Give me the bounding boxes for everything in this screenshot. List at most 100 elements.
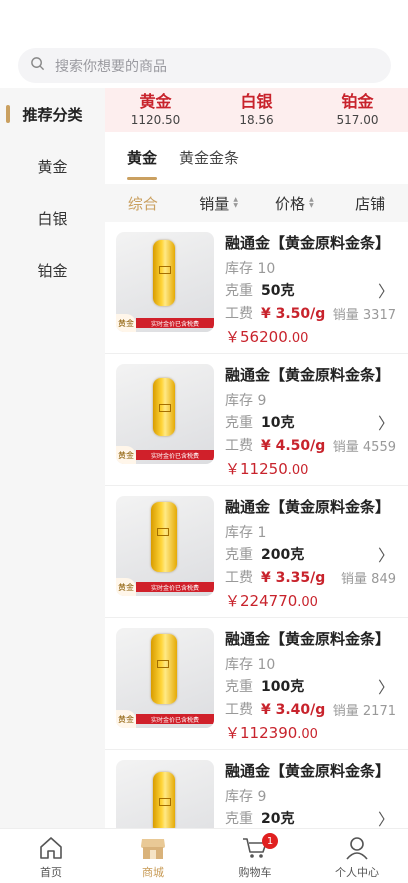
stock-row: 库存 9 — [225, 786, 266, 806]
nav-label: 首页 — [40, 866, 62, 879]
sidebar-item-recommended[interactable]: 推荐分类 — [0, 88, 105, 140]
sidebar-item-silver[interactable]: 白银 — [0, 192, 105, 244]
gold-bar-image — [153, 378, 175, 436]
store-icon — [139, 835, 167, 864]
sales-value: 4559 — [362, 440, 396, 455]
stock-label: 库存 — [225, 789, 253, 805]
stock-label: 库存 — [225, 393, 253, 409]
price-value: 18.56 — [239, 113, 274, 127]
weight-row: 克重 20克 — [225, 808, 294, 828]
product-price: ￥112390.00 — [225, 722, 318, 743]
fee-value: ¥ 3.40/g — [261, 702, 326, 718]
chevron-right-icon[interactable]: 〉 — [378, 278, 394, 302]
gold-bar-image — [153, 240, 175, 306]
tab-gold[interactable]: 黄金 — [127, 140, 158, 182]
stock-value: 9 — [257, 789, 267, 805]
sort-store[interactable]: 店铺 — [332, 193, 408, 214]
sort-price[interactable]: 价格 ▲ ▼ — [257, 193, 333, 214]
stock-label: 库存 — [225, 261, 253, 277]
product-image — [116, 760, 214, 828]
search-input[interactable]: 搜索你想要的商品 — [55, 56, 167, 76]
nav-mall[interactable]: 商城 — [102, 829, 204, 883]
sort-label: 店铺 — [355, 194, 386, 213]
currency-symbol: ￥ — [225, 460, 241, 478]
tab-gold-bars[interactable]: 黄金金条 — [179, 140, 239, 182]
nav-cart[interactable]: 1 购物车 — [204, 829, 306, 883]
price-decimal: .00 — [297, 595, 318, 610]
product-image: 黄金 实时金价已含税费 — [116, 232, 214, 332]
search-bar[interactable]: 搜索你想要的商品 — [18, 48, 391, 83]
weight-row: 克重 200克 — [225, 544, 304, 564]
sort-label: 价格 — [275, 194, 306, 213]
sort-arrows-icon: ▲ ▼ — [309, 196, 314, 209]
price-name: 铂金 — [341, 92, 374, 111]
weight-label: 克重 — [225, 679, 253, 695]
weight-row: 克重 50克 — [225, 280, 294, 300]
product-image: 黄金 实时金价已含税费 — [116, 496, 214, 596]
nav-home[interactable]: 首页 — [0, 829, 102, 883]
bottom-nav: 首页 商城 1 购物车 个人中心 — [0, 828, 408, 883]
currency-symbol: ￥ — [225, 724, 241, 742]
product-card[interactable]: 黄金 实时金价已含税费 融通金【黄金原料金条】 库存 1 克重 200克 〉 工费… — [105, 486, 408, 618]
product-title: 融通金【黄金原料金条】 — [225, 630, 391, 648]
sort-sales[interactable]: 销量 ▲ ▼ — [181, 193, 257, 214]
stock-label: 库存 — [225, 657, 253, 673]
nav-profile[interactable]: 个人中心 — [306, 829, 408, 883]
thumb-tag: 黄金 — [116, 710, 136, 728]
fee-value: ¥ 3.35/g — [261, 570, 326, 586]
stock-row: 库存 1 — [225, 522, 266, 542]
price-decimal: .00 — [287, 463, 309, 478]
sort-label: 综合 — [127, 194, 158, 213]
gold-bar-image — [153, 772, 175, 828]
price-integer: 56200 — [240, 328, 288, 346]
price-integer: 224770 — [240, 592, 298, 610]
price-silver: 白银 18.56 — [206, 88, 307, 132]
currency-symbol: ￥ — [225, 592, 241, 610]
sidebar-item-gold[interactable]: 黄金 — [0, 140, 105, 192]
sidebar-item-platinum[interactable]: 铂金 — [0, 244, 105, 296]
chevron-right-icon[interactable]: 〉 — [378, 542, 394, 566]
fee-row: 工费 ¥ 4.50/g — [225, 435, 325, 455]
sales-label: 销量 — [332, 308, 359, 323]
sales-row: 销量 3317 — [333, 304, 396, 323]
product-card[interactable]: 黄金 实时金价已含税费 融通金【黄金原料金条】 库存 10 克重 50克 〉 工费… — [105, 222, 408, 354]
chevron-right-icon[interactable]: 〉 — [378, 410, 394, 434]
price-platinum: 铂金 517.00 — [307, 88, 408, 132]
stock-row: 库存 10 — [225, 258, 275, 278]
fee-value: ¥ 4.50/g — [261, 438, 326, 454]
fee-row: 工费 ¥ 3.35/g — [225, 567, 325, 587]
metal-price-banner: 黄金 1120.50 白银 18.56 铂金 517.00 — [105, 88, 408, 132]
stock-label: 库存 — [225, 525, 253, 541]
search-icon — [30, 56, 45, 75]
product-image: 黄金 实时金价已含税费 — [116, 628, 214, 728]
chevron-right-icon[interactable]: 〉 — [378, 806, 394, 828]
weight-row: 克重 100克 — [225, 676, 304, 696]
sort-arrows-icon: ▲ ▼ — [233, 196, 238, 209]
sales-label: 销量 — [341, 572, 368, 587]
stock-value: 10 — [257, 657, 276, 673]
thumb-strip: 实时金价已含税费 — [136, 318, 214, 328]
price-decimal: .00 — [287, 331, 309, 346]
product-card[interactable]: 融通金【黄金原料金条】 库存 9 克重 20克 〉 — [105, 750, 408, 828]
weight-value: 50克 — [261, 283, 295, 299]
fee-label: 工费 — [225, 306, 253, 322]
sales-row: 销量 2171 — [333, 700, 396, 719]
sort-label: 销量 — [199, 194, 230, 213]
sales-value: 2171 — [362, 704, 396, 719]
weight-label: 克重 — [225, 811, 253, 827]
product-title: 融通金【黄金原料金条】 — [225, 762, 391, 780]
product-image: 黄金 实时金价已含税费 — [116, 364, 214, 464]
product-card[interactable]: 黄金 实时金价已含税费 融通金【黄金原料金条】 库存 10 克重 100克 〉 工… — [105, 618, 408, 750]
fee-value: ¥ 3.50/g — [261, 306, 326, 322]
currency-symbol: ￥ — [225, 328, 241, 346]
chevron-right-icon[interactable]: 〉 — [378, 674, 394, 698]
fee-row: 工费 ¥ 3.50/g — [225, 303, 325, 323]
stock-value: 9 — [257, 393, 267, 409]
sort-overall[interactable]: 综合 — [105, 193, 181, 214]
sales-row: 销量 849 — [341, 568, 396, 587]
weight-value: 20克 — [261, 811, 295, 827]
home-icon — [37, 835, 65, 864]
weight-value: 200克 — [261, 547, 305, 563]
product-card[interactable]: 黄金 实时金价已含税费 融通金【黄金原料金条】 库存 9 克重 10克 〉 工费 ¥… — [105, 354, 408, 486]
nav-label: 个人中心 — [335, 866, 379, 879]
